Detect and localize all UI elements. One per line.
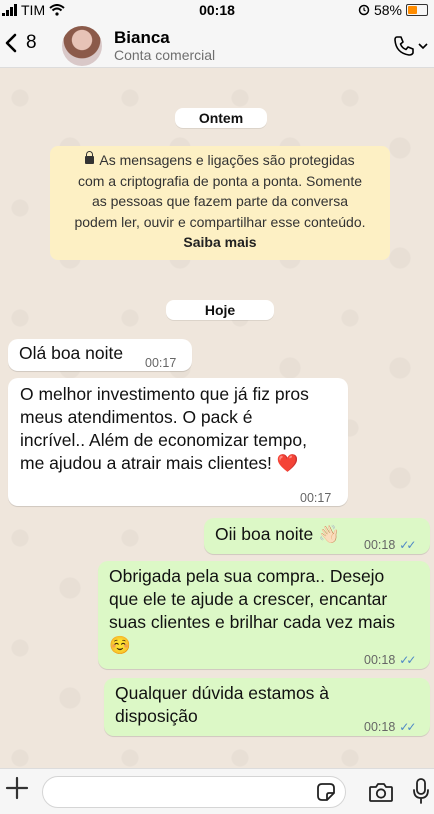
phone-icon	[394, 36, 414, 56]
learn-more-link[interactable]: Saiba mais	[50, 232, 390, 253]
message-incoming[interactable]: O melhor investimento que já fiz pros me…	[8, 378, 348, 506]
message-text: Oii boa noite	[215, 524, 314, 544]
battery-fill	[408, 6, 418, 14]
status-right: 58%	[358, 2, 428, 18]
avatar[interactable]	[62, 26, 102, 66]
message-outgoing[interactable]: Qualquer dúvida estamos à disposição 00:…	[104, 678, 430, 736]
message-line: me ajudou a atrair mais clientes! ❤️	[20, 453, 299, 473]
camera-button[interactable]	[368, 781, 394, 808]
chevron-left-icon	[5, 33, 17, 53]
back-button[interactable]: 8	[4, 32, 37, 54]
input-bar	[0, 768, 434, 814]
message-line: que ele te ajude a crescer, encantar	[109, 589, 388, 609]
encryption-line: As mensagens e ligações são protegidas	[50, 150, 390, 171]
message-line: Qualquer dúvida estamos à	[115, 683, 330, 703]
read-ticks-icon: ✓✓	[399, 538, 416, 552]
encryption-notice[interactable]: As mensagens e ligações são protegidas c…	[50, 146, 390, 260]
contact-name[interactable]: Bianca	[114, 28, 170, 48]
chat-area[interactable]: Ontem As mensagens e ligações são proteg…	[0, 68, 434, 768]
message-outgoing[interactable]: Oii boa noite 👋🏻 00:18 ✓✓	[204, 518, 430, 554]
microphone-button[interactable]	[412, 777, 430, 810]
message-text: Olá boa noite	[19, 343, 124, 363]
message-line: O melhor investimento que já fiz pros	[20, 384, 309, 404]
battery-icon	[406, 4, 428, 16]
message-time: 00:18 ✓✓	[364, 538, 416, 552]
alarm-icon	[358, 4, 370, 16]
message-incoming[interactable]: Olá boa noite 00:17	[8, 339, 192, 371]
lock-icon	[85, 151, 95, 164]
attach-button[interactable]	[4, 775, 30, 807]
message-time: 00:18 ✓✓	[364, 720, 416, 734]
contact-subtitle: Conta comercial	[114, 47, 216, 63]
chevron-down-icon	[418, 43, 428, 50]
message-line: meus atendimentos. O pack é	[20, 407, 253, 427]
message-outgoing[interactable]: Obrigada pela sua compra.. Desejo que el…	[98, 561, 430, 669]
battery-percent: 58%	[373, 2, 402, 18]
message-line: suas clientes e brilhar cada vez mais	[109, 612, 395, 632]
wave-emoji: 👋🏻	[318, 524, 340, 544]
message-line: incrível.. Além de economizar tempo,	[20, 430, 307, 450]
status-bar: TIM 00:18 58%	[0, 0, 434, 22]
message-time: 00:18 ✓✓	[364, 653, 416, 667]
plus-icon	[5, 776, 29, 800]
chat-header: 8 Bianca Conta comercial	[0, 22, 434, 68]
encryption-line: as pessoas que fazem parte da conversa	[91, 193, 349, 209]
call-button[interactable]	[392, 34, 428, 58]
microphone-icon	[413, 778, 429, 804]
date-separator-yesterday: Ontem	[175, 108, 267, 128]
back-count: 8	[26, 32, 37, 53]
message-input[interactable]	[42, 776, 346, 808]
encryption-line: podem ler, ouvir e compartilhar esse con…	[74, 213, 366, 230]
camera-icon	[369, 783, 393, 802]
date-separator-today: Hoje	[166, 300, 274, 320]
read-ticks-icon: ✓✓	[399, 653, 416, 667]
read-ticks-icon: ✓✓	[399, 720, 416, 734]
sticker-icon	[317, 783, 335, 801]
heart-emoji: ❤️	[276, 453, 299, 473]
message-time: 00:17	[145, 356, 177, 370]
sticker-button[interactable]	[315, 781, 337, 808]
message-line: Obrigada pela sua compra.. Desejo	[109, 566, 385, 586]
encryption-line: com a criptografia de ponta a ponta. Som…	[77, 172, 363, 189]
message-time: 00:17	[300, 491, 332, 505]
